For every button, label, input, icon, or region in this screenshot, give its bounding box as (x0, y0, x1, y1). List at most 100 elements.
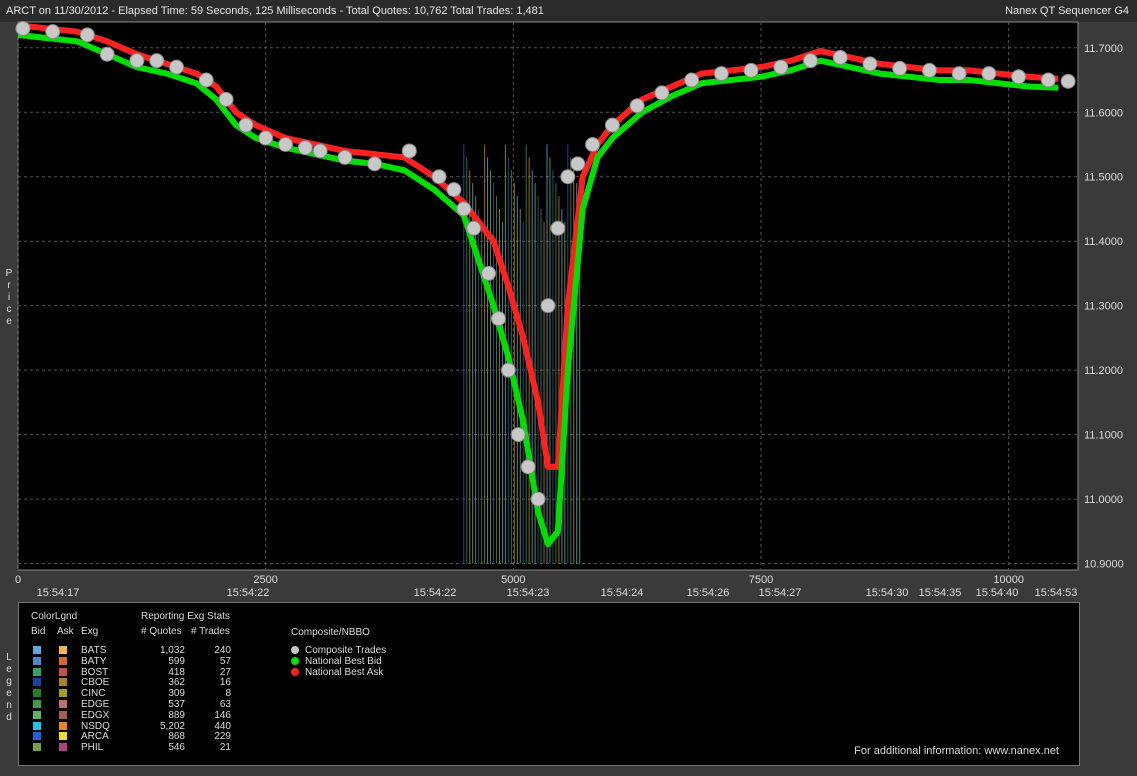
trade-point (149, 53, 165, 69)
ask-swatch (59, 743, 67, 752)
bid-swatch (33, 656, 41, 665)
trade-count: 57 (219, 655, 231, 667)
trade-point (773, 59, 789, 75)
quote-count: 362 (168, 677, 185, 689)
y-tick-label: 11.3000 (1084, 301, 1123, 313)
quote-count: 418 (168, 666, 185, 678)
legend-panel: ColorLgnd Reporting Exg Stats Bid Ask Ex… (18, 602, 1080, 766)
y-tick-label: 11.5000 (1084, 172, 1123, 184)
time-label: 15:54:24 (601, 587, 644, 599)
price-chart: 11.7000 11.6000 11.5000 11.4000 11.3000 11.20… (15, 20, 1124, 599)
trade-point (570, 156, 586, 172)
bid-swatch (33, 689, 41, 698)
bid-swatch (33, 700, 41, 708)
ask-swatch (59, 667, 67, 676)
trade-point (585, 136, 601, 152)
trade-point (238, 117, 254, 133)
quote-count: 868 (168, 731, 185, 743)
quotes-col-header: # Quotes (141, 626, 182, 637)
trade-point (1040, 72, 1056, 88)
exchange-name: NSDQ (81, 720, 110, 732)
trade-point (921, 62, 937, 78)
x-tick-label: 10000 (993, 574, 1024, 586)
trade-count: 440 (214, 720, 231, 732)
x-tick-label: 7500 (749, 574, 773, 586)
trade-point (198, 72, 214, 88)
exchange-name: CBOE (81, 677, 110, 689)
trade-point (15, 20, 31, 36)
composite-label: National Best Ask (305, 667, 384, 678)
ask-swatch (59, 710, 67, 719)
trade-point (981, 66, 997, 82)
trade-point (604, 117, 620, 133)
trade-count: 63 (219, 699, 231, 710)
bid-col-header: Bid (31, 626, 46, 637)
composite-dot (291, 668, 299, 676)
composite-dot (291, 657, 299, 665)
time-label: 15:54:17 (37, 587, 80, 599)
trade-count: 229 (214, 731, 231, 743)
bid-swatch (33, 721, 41, 730)
legend-row: NSDQ 5,202 440 (19, 721, 279, 732)
trade-point (560, 169, 576, 185)
legend-row: BATY 599 57 (19, 656, 279, 667)
footer-link-text: For additional information: www.nanex.ne… (854, 745, 1059, 757)
composite-title: Composite/NBBO (291, 627, 370, 638)
time-label: 15:54:53 (1035, 587, 1078, 599)
trade-point (337, 149, 353, 165)
legend-row: PHIL 546 21 (19, 742, 279, 753)
trade-point (1011, 69, 1027, 85)
x-tick-label: 2500 (253, 574, 277, 586)
y-tick-label: 11.2000 (1084, 365, 1123, 377)
trade-point (1060, 73, 1076, 89)
reporting-header: Reporting Exg Stats (141, 611, 230, 622)
trade-point (277, 136, 293, 152)
bid-swatch (33, 710, 41, 719)
ask-col-header: Ask (57, 626, 74, 637)
trade-point (297, 140, 313, 156)
y-tick-label: 11.6000 (1084, 107, 1123, 119)
bid-swatch (33, 743, 41, 752)
quote-count: 546 (168, 742, 185, 754)
trade-point (258, 130, 274, 146)
ask-swatch (59, 656, 67, 665)
composite-label: National Best Bid (305, 656, 382, 667)
time-label: 15:54:40 (976, 587, 1019, 599)
legend-row: CINC 309 8 (19, 688, 279, 699)
legend-row: BOST 418 27 (19, 667, 279, 678)
legend-row: ARCA 868 229 (19, 731, 279, 742)
ask-swatch (59, 689, 67, 698)
exchange-name: BATY (81, 655, 107, 667)
trade-count: 8 (225, 688, 231, 700)
time-label: 15:54:22 (227, 587, 270, 599)
exchange-name: BOST (81, 666, 109, 678)
y-tick-label: 11.1000 (1084, 430, 1123, 442)
bid-swatch (33, 667, 41, 676)
ask-swatch (59, 732, 67, 741)
composite-dot (291, 646, 299, 654)
quote-count: 537 (168, 699, 185, 710)
time-label: 15:54:30 (866, 587, 909, 599)
trade-point (832, 49, 848, 65)
exchange-name: ARCA (81, 731, 109, 743)
exchange-name: BATS (81, 645, 107, 656)
bid-swatch (33, 646, 41, 654)
trade-point (466, 220, 482, 236)
time-label: 15:54:22 (414, 587, 457, 599)
legend-row: CBOE 362 16 (19, 677, 279, 688)
trade-point (45, 24, 61, 40)
trade-point (79, 27, 95, 43)
time-label: 15:54:27 (759, 587, 802, 599)
x-tick-label: 5000 (501, 574, 525, 586)
trade-point (951, 66, 967, 82)
time-label: 15:54:23 (507, 587, 550, 599)
trade-point (510, 427, 526, 443)
ask-swatch (59, 678, 67, 687)
exchange-name: CINC (81, 688, 106, 700)
exchange-name: PHIL (81, 742, 104, 754)
trade-point (803, 53, 819, 69)
trade-point (862, 56, 878, 72)
trade-point (481, 265, 497, 281)
y-tick-label: 11.7000 (1084, 43, 1123, 55)
trade-point (500, 362, 516, 378)
